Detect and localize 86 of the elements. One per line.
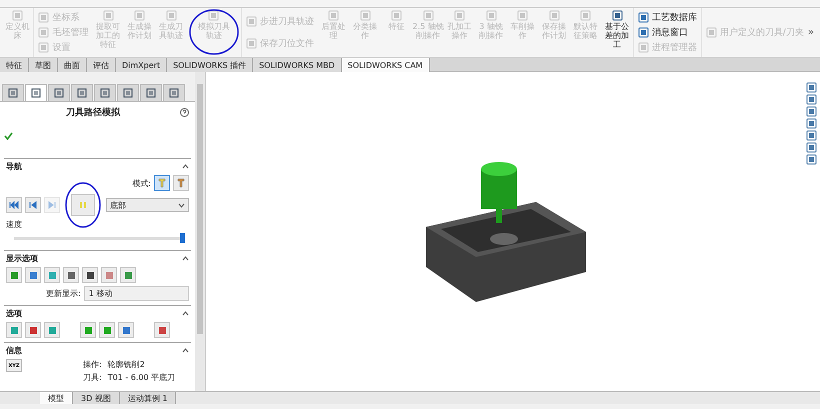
section-title: 信息 bbox=[6, 345, 22, 356]
shape-icon bbox=[10, 270, 18, 280]
option-button[interactable] bbox=[25, 322, 41, 338]
skip-start-icon bbox=[9, 201, 19, 209]
update-label: 更新显示: bbox=[46, 288, 81, 299]
collapse-icon[interactable] bbox=[182, 348, 189, 353]
section-title: 选项 bbox=[6, 308, 22, 319]
panel-title: 刀具路径模拟 bbox=[64, 106, 122, 119]
section-title: 导航 bbox=[6, 161, 22, 172]
playback-button[interactable] bbox=[25, 197, 41, 213]
collapse-icon[interactable] bbox=[182, 164, 189, 169]
ribbon-tab[interactable]: 草图 bbox=[29, 58, 58, 72]
shape-icon bbox=[28, 326, 38, 334]
ribbon-tab[interactable]: SOLIDWORKS 插件 bbox=[167, 58, 254, 72]
mode-label: 模式: bbox=[132, 178, 151, 188]
shape-icon bbox=[84, 326, 92, 334]
step-forward-icon bbox=[47, 201, 57, 209]
shape-icon bbox=[28, 270, 38, 280]
info-value: T01 - 6.00 平底刀 bbox=[108, 372, 176, 383]
info-label: 刀具: bbox=[83, 372, 102, 383]
shape-icon bbox=[122, 326, 130, 334]
help-icon[interactable] bbox=[180, 108, 189, 117]
panel-tab[interactable] bbox=[2, 84, 24, 101]
option-button[interactable] bbox=[80, 322, 96, 338]
ribbon-tab[interactable]: 特征 bbox=[0, 58, 29, 72]
shape-icon bbox=[66, 270, 76, 280]
list-icon bbox=[100, 88, 110, 98]
info-value: 轮廓铣削2 bbox=[108, 359, 146, 370]
ribbon-tab[interactable]: 评估 bbox=[87, 58, 116, 72]
mode-button[interactable] bbox=[154, 175, 170, 191]
list-icon bbox=[8, 88, 18, 98]
ribbon-button[interactable]: 工艺数据库 bbox=[638, 11, 697, 24]
panel-tab[interactable] bbox=[71, 84, 93, 101]
display-button[interactable] bbox=[25, 267, 41, 283]
mode-button[interactable] bbox=[173, 175, 189, 191]
model-tab[interactable]: 模型 bbox=[40, 392, 73, 404]
check-icon[interactable] bbox=[4, 132, 13, 140]
list-icon bbox=[169, 88, 179, 98]
shape-icon bbox=[104, 270, 114, 280]
more-chevron[interactable]: » bbox=[808, 27, 818, 38]
ribbon-tab[interactable]: DimXpert bbox=[116, 58, 168, 72]
panel-tab[interactable] bbox=[25, 84, 47, 101]
model-tab[interactable]: 3D 视图 bbox=[73, 392, 120, 404]
shape-icon bbox=[48, 270, 56, 280]
ribbon-button[interactable]: 消息窗口 bbox=[638, 26, 697, 39]
shape-icon bbox=[86, 270, 94, 280]
step-back-icon bbox=[28, 201, 38, 209]
ribbon-button[interactable]: 基于公差的加工 bbox=[601, 8, 633, 57]
chevron-icon[interactable] bbox=[178, 202, 185, 208]
list-icon bbox=[146, 88, 156, 98]
panel-tab[interactable] bbox=[48, 84, 70, 101]
section-title: 显示选项 bbox=[6, 253, 38, 264]
list-icon bbox=[77, 88, 87, 98]
slider-thumb[interactable] bbox=[180, 233, 185, 243]
option-button[interactable] bbox=[99, 322, 115, 338]
panel-tab[interactable] bbox=[117, 84, 139, 101]
model-tab[interactable]: 运动算例 1 bbox=[120, 392, 176, 404]
panel-tab[interactable] bbox=[163, 84, 185, 101]
playback-button[interactable] bbox=[6, 197, 22, 213]
display-button[interactable] bbox=[82, 267, 98, 283]
ribbon-tab[interactable]: 曲面 bbox=[58, 58, 87, 72]
shape-icon bbox=[124, 270, 132, 280]
list-icon bbox=[31, 88, 41, 98]
shape-icon bbox=[102, 326, 112, 334]
ribbon-tab[interactable]: SOLIDWORKS MBD bbox=[253, 58, 342, 72]
info-label: 操作: bbox=[83, 359, 102, 370]
option-button[interactable] bbox=[154, 322, 170, 338]
collapse-icon[interactable] bbox=[182, 256, 189, 261]
pause-icon bbox=[78, 201, 88, 209]
shape-icon bbox=[158, 326, 166, 334]
option-button[interactable] bbox=[6, 322, 22, 338]
shape-icon bbox=[10, 326, 18, 334]
scrollbar[interactable] bbox=[195, 72, 205, 391]
list-icon bbox=[123, 88, 133, 98]
collapse-icon[interactable] bbox=[182, 311, 189, 316]
shape-icon bbox=[48, 326, 56, 334]
speed-label: 速度 bbox=[6, 219, 23, 230]
position-dropdown[interactable]: 底部 bbox=[106, 198, 189, 212]
list-icon bbox=[54, 88, 64, 98]
panel-tab[interactable] bbox=[140, 84, 162, 101]
panel-tab[interactable] bbox=[94, 84, 116, 101]
option-button[interactable] bbox=[118, 322, 134, 338]
ribbon-tab[interactable]: SOLIDWORKS CAM bbox=[342, 58, 430, 72]
display-button[interactable] bbox=[63, 267, 79, 283]
option-button[interactable] bbox=[44, 322, 60, 338]
update-display-button[interactable]: 1 移动 bbox=[84, 286, 189, 301]
